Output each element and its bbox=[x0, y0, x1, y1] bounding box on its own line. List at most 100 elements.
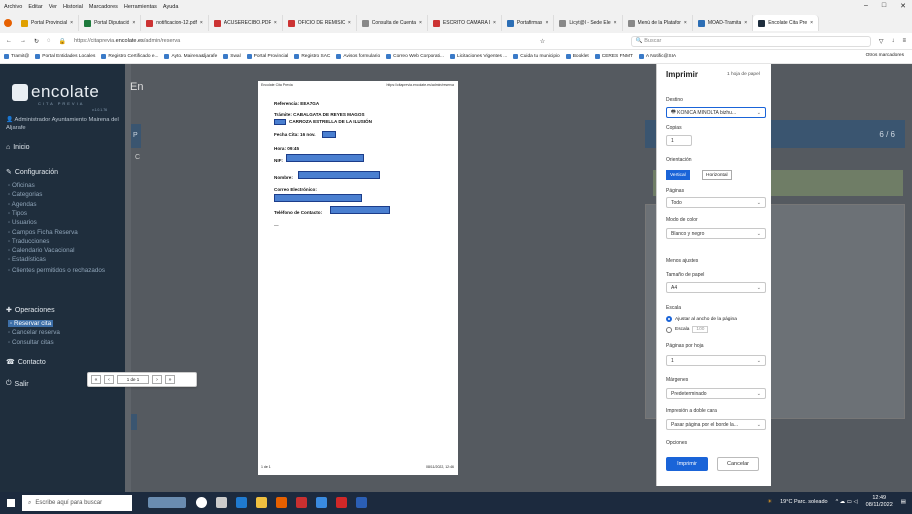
back-icon[interactable]: ← bbox=[6, 38, 12, 44]
explorer-icon[interactable] bbox=[256, 497, 267, 508]
minimize-icon[interactable]: – bbox=[864, 2, 868, 10]
browser-tab[interactable]: Consulta de Cuenta × bbox=[357, 15, 428, 31]
prev-page-button[interactable]: ‹ bbox=[104, 375, 114, 384]
bookmark-item[interactable]: A Notific@SIA bbox=[638, 54, 676, 59]
sidebar-subitem[interactable]: ◦ Oficinas bbox=[8, 182, 35, 189]
margins-select[interactable]: Predeterminado ⌄ bbox=[666, 388, 766, 399]
close-tab-icon[interactable]: × bbox=[200, 20, 203, 26]
orientation-horizontal[interactable]: Horizontal bbox=[702, 170, 732, 180]
firefox-icon[interactable] bbox=[276, 497, 287, 508]
download-icon[interactable]: ↓ bbox=[891, 38, 894, 44]
sidebar-item-inicio[interactable]: ⌂ Inicio bbox=[6, 144, 30, 151]
browser-tab[interactable]: notificacion-12.pdf × bbox=[141, 15, 209, 31]
scale-radio[interactable]: Escala 100 bbox=[666, 326, 709, 333]
reload-icon[interactable]: ↻ bbox=[34, 38, 39, 45]
close-tab-icon[interactable]: × bbox=[132, 20, 135, 26]
close-tab-icon[interactable]: × bbox=[70, 20, 73, 26]
sidebar-subitem[interactable]: ◦ Categorias bbox=[8, 191, 42, 198]
cancel-button[interactable]: Cancelar bbox=[717, 457, 759, 471]
sidebar-subitem[interactable]: ◦ Cancelar reserva bbox=[8, 329, 60, 336]
pages-select[interactable]: Todo ⌄ bbox=[666, 197, 766, 208]
sidebar-subitem[interactable]: ◦ Agendas bbox=[8, 201, 37, 208]
bookmark-item[interactable]: Tramit@ bbox=[4, 54, 29, 59]
less-settings-toggle[interactable]: Menos ajustes bbox=[666, 258, 698, 264]
sidebar-subitem[interactable]: ◦ Usuarios bbox=[8, 219, 37, 226]
browser-tab[interactable]: Portafirmas × bbox=[502, 15, 555, 31]
word-icon[interactable] bbox=[356, 497, 367, 508]
maximize-icon[interactable]: □ bbox=[882, 2, 886, 10]
menu-icon[interactable]: ≡ bbox=[902, 38, 906, 44]
sidebar-subitem[interactable]: ◦ Consultar citas bbox=[8, 339, 54, 346]
copies-stepper[interactable]: 1 bbox=[666, 135, 692, 146]
pocket-icon[interactable]: ▽ bbox=[879, 38, 884, 45]
cortana-icon[interactable] bbox=[196, 497, 207, 508]
first-page-button[interactable]: « bbox=[91, 375, 101, 384]
menu-marcadores[interactable]: Marcadores bbox=[89, 4, 118, 10]
browser-tab[interactable]: OFICIO DE REMISIÓ × bbox=[283, 15, 357, 31]
edge-icon[interactable] bbox=[236, 497, 247, 508]
sidebar-item-contacto[interactable]: ☎ Contacto bbox=[6, 358, 46, 367]
bookmark-item[interactable]: Cuida tu municipio bbox=[513, 54, 560, 59]
next-page-button[interactable]: › bbox=[152, 375, 162, 384]
page-number-field[interactable]: 1 de 1 bbox=[117, 375, 149, 384]
browser-tab[interactable]: MOAD-Tramita × bbox=[693, 15, 754, 31]
browser-tab[interactable]: Portal Provincial × bbox=[16, 15, 80, 31]
sidebar-item-salir[interactable]: ⏻ Salir bbox=[6, 380, 29, 388]
news-widget-icon[interactable] bbox=[148, 497, 186, 508]
close-tab-icon[interactable]: × bbox=[545, 20, 548, 26]
menu-archivo[interactable]: Archivo bbox=[4, 4, 22, 10]
bookmark-item[interactable]: Portal Provincial bbox=[246, 54, 288, 59]
paper-size-select[interactable]: A4 ⌄ bbox=[666, 282, 766, 293]
menu-historial[interactable]: Historial bbox=[63, 4, 83, 10]
bookmark-item[interactable]: Swal bbox=[223, 54, 241, 59]
bookmark-item[interactable]: Portal Entidades Locales bbox=[35, 54, 95, 59]
task-view-icon[interactable] bbox=[216, 497, 227, 508]
color-mode-select[interactable]: Blanco y negro ⌄ bbox=[666, 228, 766, 239]
orientation-vertical[interactable]: Vertical bbox=[666, 170, 690, 180]
close-tab-icon[interactable]: × bbox=[744, 20, 747, 26]
close-tab-icon[interactable]: × bbox=[419, 20, 422, 26]
duplex-select[interactable]: Pasar página por el borde la... ⌄ bbox=[666, 419, 766, 430]
bookmark-item[interactable]: Registro Certificado e... bbox=[101, 54, 158, 59]
bookmark-item[interactable]: Booklet bbox=[565, 54, 589, 59]
menu-editar[interactable]: Editar bbox=[28, 4, 42, 10]
browser-tab[interactable]: ACUSERECIBO.PDF × bbox=[209, 15, 283, 31]
browser-tab[interactable]: Licyt@l - Sede Ele × bbox=[554, 15, 623, 31]
close-icon[interactable]: ✕ bbox=[900, 2, 906, 10]
forward-icon[interactable]: → bbox=[20, 38, 26, 44]
pages-per-sheet-select[interactable]: 1 ⌄ bbox=[666, 355, 766, 366]
bookmark-item[interactable]: Avisos formulario bbox=[336, 54, 380, 59]
fit-width-radio[interactable]: Ajustar al ancho de la página bbox=[666, 316, 737, 322]
last-page-button[interactable]: » bbox=[165, 375, 175, 384]
sidebar-subitem[interactable]: ◦ Estadísticas bbox=[8, 256, 46, 263]
search-input[interactable]: 🔍 Buscar bbox=[630, 35, 871, 47]
close-tab-icon[interactable]: × bbox=[810, 20, 813, 26]
menu-ayuda[interactable]: Ayuda bbox=[163, 4, 179, 10]
sidebar-item-operaciones[interactable]: ✚ Operaciones bbox=[6, 306, 55, 315]
close-tab-icon[interactable]: × bbox=[614, 20, 617, 26]
sidebar-subitem[interactable]: ◦ Tipos bbox=[8, 210, 27, 217]
bookmark-item[interactable]: Correo Web Corporati... bbox=[386, 54, 444, 59]
menu-herramientas[interactable]: Herramientas bbox=[124, 4, 157, 10]
pdf-icon[interactable] bbox=[336, 497, 347, 508]
bookmark-item[interactable]: CERES FNMT bbox=[594, 54, 633, 59]
browser-tab[interactable]: Menú de la Platafor × bbox=[623, 15, 693, 31]
bookmark-item[interactable]: Ayto. Mairena&ljarafe bbox=[164, 54, 217, 59]
close-tab-icon[interactable]: × bbox=[274, 20, 277, 26]
sidebar-subitem[interactable]: ◦ Reservar cita bbox=[8, 320, 54, 327]
browser-tab[interactable]: Encolate Cita Pre × bbox=[753, 15, 820, 31]
sidebar-subitem[interactable]: ◦ Calendario Vacacional bbox=[8, 247, 75, 254]
bookmark-item[interactable]: Licitaciones Vigentes ... bbox=[449, 54, 507, 59]
bookmark-item[interactable]: Registro SAC bbox=[294, 54, 330, 59]
sidebar-subitem[interactable]: ◦ Clientes permitidos o rechazados bbox=[8, 266, 118, 275]
star-icon[interactable]: ☆ bbox=[540, 38, 545, 45]
taskbar-search[interactable]: ⌕ Escribe aquí para buscar bbox=[22, 495, 132, 511]
sidebar-subitem[interactable]: ◦ Traducciones bbox=[8, 238, 49, 245]
browser-tab[interactable]: Portal Diputació × bbox=[79, 15, 142, 31]
url-bar[interactable]: https://citaprevia.encolate.es/admin/res… bbox=[74, 38, 454, 44]
close-tab-icon[interactable]: × bbox=[348, 20, 351, 26]
windows-start-icon[interactable] bbox=[7, 499, 15, 507]
sidebar-subitem[interactable]: ◦ Campos Ficha Reserva bbox=[8, 229, 78, 236]
browser-tab[interactable]: ESCRITO CAMARA D × bbox=[428, 15, 502, 31]
app-icon[interactable] bbox=[316, 497, 327, 508]
